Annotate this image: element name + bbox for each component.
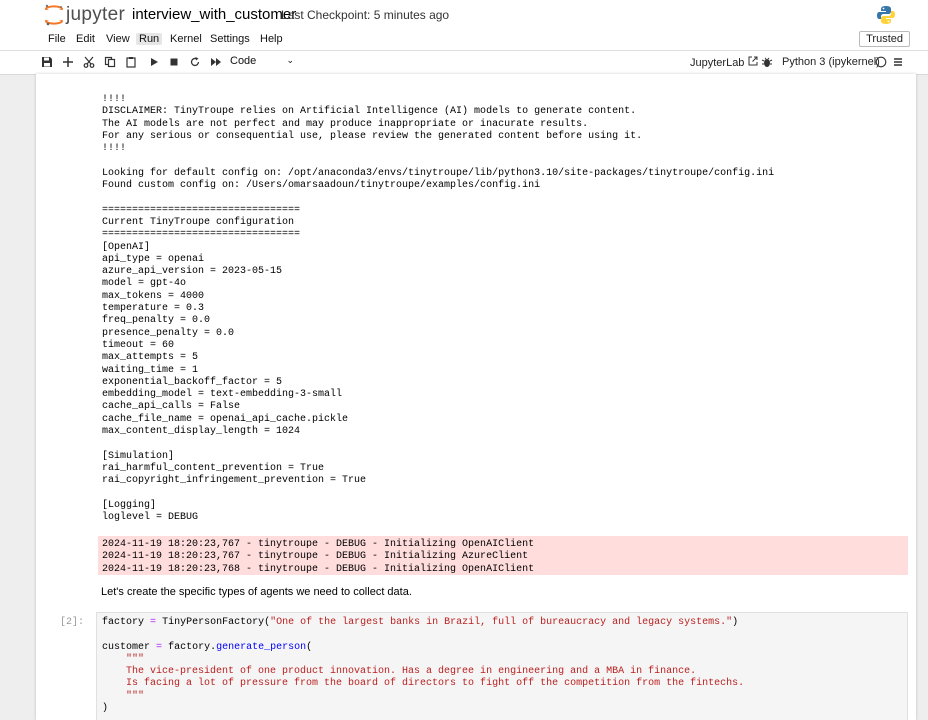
last-checkpoint: Last Checkpoint: 5 minutes ago xyxy=(281,8,450,22)
external-link-icon xyxy=(748,56,757,66)
code-token: = xyxy=(150,617,157,628)
python-logo-icon xyxy=(877,6,895,24)
menu-help[interactable]: Help xyxy=(257,33,286,45)
menu-view[interactable]: View xyxy=(103,33,133,45)
code-token: factory. xyxy=(168,641,217,653)
cut-icon[interactable] xyxy=(80,53,98,71)
code-token: customer xyxy=(102,641,151,653)
code-token: ) xyxy=(732,617,739,628)
menu-settings[interactable]: Settings xyxy=(207,33,253,45)
jupyter-orbit-icon xyxy=(45,4,63,26)
header: jupyter interview_with_customer Last Che… xyxy=(0,0,928,30)
cell-output-stdout: !!!! DISCLAIMER: TinyTroupe relies on Ar… xyxy=(102,94,775,524)
code-docstring: """ The vice-president of one product in… xyxy=(126,653,745,702)
run-icon[interactable] xyxy=(145,53,163,71)
trusted-indicator[interactable]: Trusted xyxy=(859,31,910,47)
save-icon[interactable] xyxy=(38,53,56,71)
jupyterlab-link[interactable]: JupyterLab xyxy=(690,56,758,69)
cell-type-value: Code xyxy=(230,55,257,67)
menu-file[interactable]: File xyxy=(45,33,69,45)
menu-bar: File Edit View Run Kernel Settings Help xyxy=(0,30,928,51)
restart-icon[interactable] xyxy=(186,53,204,71)
menu-run[interactable]: Run xyxy=(136,33,163,45)
jupyterlab-label: JupyterLab xyxy=(690,57,745,69)
code-token: factory xyxy=(102,617,145,628)
code-text[interactable]: factory = TinyPersonFactory("One of the … xyxy=(102,617,902,715)
code-string: "One of the largest banks in Brazil, ful… xyxy=(270,617,733,628)
stderr-text: 2024-11-19 18:20:23,767 - tinytroupe - D… xyxy=(102,539,535,575)
cell-type-select[interactable]: Code ⌄ xyxy=(230,55,294,67)
hamburger-menu-icon[interactable] xyxy=(889,53,907,71)
jupyter-logo-text: jupyter xyxy=(66,4,126,25)
paste-icon[interactable] xyxy=(122,53,140,71)
chevron-down-icon: ⌄ xyxy=(286,55,294,65)
notebook-title[interactable]: interview_with_customer xyxy=(132,6,296,23)
kernel-status-idle-icon xyxy=(872,53,890,71)
stop-icon[interactable] xyxy=(165,53,183,71)
code-token: = xyxy=(156,641,163,653)
menu-edit[interactable]: Edit xyxy=(73,33,98,45)
notebook-panel[interactable]: !!!! DISCLAIMER: TinyTroupe relies on Ar… xyxy=(36,74,916,720)
cell-output-stderr: 2024-11-19 18:20:23,767 - tinytroupe - D… xyxy=(98,536,908,575)
markdown-cell[interactable]: Let's create the specific types of agent… xyxy=(101,586,412,598)
debugger-bug-icon[interactable] xyxy=(758,53,776,71)
jupyter-logo[interactable]: jupyter xyxy=(44,4,126,26)
code-token: ) xyxy=(102,703,109,715)
code-token: ( xyxy=(306,641,313,653)
copy-icon[interactable] xyxy=(101,53,119,71)
code-function: generate_person xyxy=(216,641,307,653)
kernel-name[interactable]: Python 3 (ipykernel) xyxy=(782,56,880,68)
menu-kernel[interactable]: Kernel xyxy=(167,33,205,45)
restart-run-all-icon[interactable] xyxy=(207,53,225,71)
add-cell-icon[interactable] xyxy=(59,53,77,71)
cell-prompt: [2]: xyxy=(60,617,85,628)
code-token: TinyPersonFactory( xyxy=(162,617,271,628)
code-cell-editor[interactable]: factory = TinyPersonFactory("One of the … xyxy=(96,612,908,720)
notebook-toolbar: Code ⌄ JupyterLab Python 3 (ipykernel) xyxy=(0,51,928,75)
